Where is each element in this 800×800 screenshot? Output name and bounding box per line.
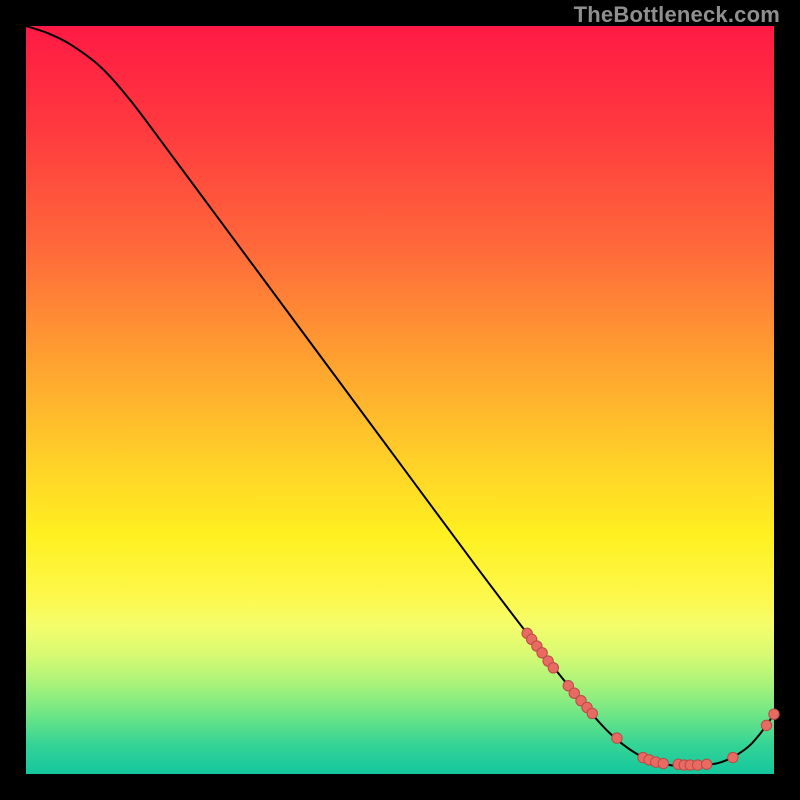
- watermark-text: TheBottleneck.com: [574, 2, 780, 28]
- data-marker: [612, 733, 622, 743]
- data-marker: [548, 663, 558, 673]
- data-marker: [701, 759, 711, 769]
- data-marker: [728, 752, 738, 762]
- chart-stage: TheBottleneck.com: [0, 0, 800, 800]
- data-marker: [658, 758, 668, 768]
- bottleneck-curve: [26, 26, 774, 766]
- marker-group: [522, 628, 779, 770]
- data-marker: [769, 709, 779, 719]
- chart-overlay: [26, 26, 774, 774]
- data-marker: [761, 720, 771, 730]
- data-marker: [587, 708, 597, 718]
